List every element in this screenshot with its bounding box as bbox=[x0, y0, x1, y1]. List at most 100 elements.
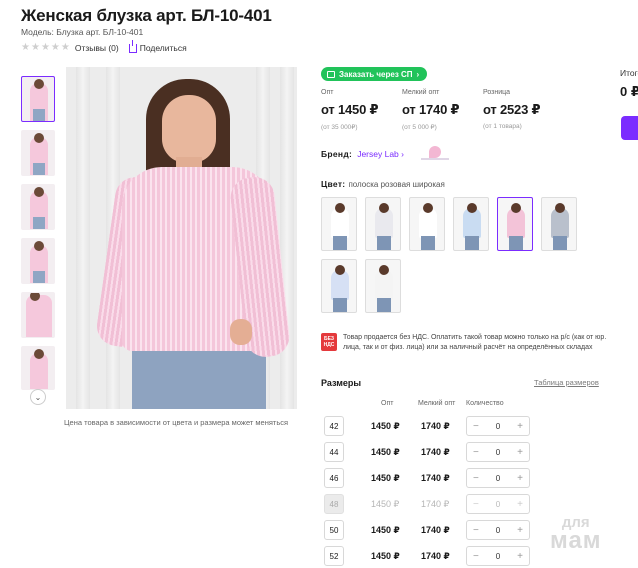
share-button[interactable]: Поделиться bbox=[128, 39, 187, 53]
price-label: Мелкий опт bbox=[402, 89, 440, 96]
plus-icon[interactable]: + bbox=[517, 551, 523, 562]
price-label: Розница bbox=[483, 89, 511, 96]
minus-icon[interactable]: − bbox=[473, 473, 479, 484]
color-value: полоска розовая широкая bbox=[348, 180, 445, 189]
brand-logo bbox=[421, 146, 450, 162]
quantity-value[interactable]: 0 bbox=[496, 552, 500, 561]
star-icon: ★ bbox=[40, 42, 50, 53]
chevron-right-icon: › bbox=[401, 149, 405, 159]
size-row: 50 1450 ₽ 1740 ₽ − 0 + bbox=[324, 520, 534, 540]
size-price-small-opt: 1740 ₽ bbox=[421, 421, 450, 431]
size-price-opt: 1450 ₽ bbox=[371, 473, 400, 483]
size-price-small-opt: 1740 ₽ bbox=[421, 525, 450, 535]
size-price-small-opt: 1740 ₽ bbox=[421, 499, 450, 509]
quantity-value[interactable]: 0 bbox=[496, 500, 500, 509]
quantity-value[interactable]: 0 bbox=[496, 526, 500, 535]
thumbnail[interactable] bbox=[21, 130, 55, 176]
size-table-link[interactable]: Таблица размеров bbox=[534, 378, 599, 387]
quantity-value[interactable]: 0 bbox=[496, 448, 500, 457]
nds-badge: БЕЗ НДС bbox=[321, 333, 337, 351]
sizes-title: Размеры bbox=[321, 378, 362, 388]
size-label: 52 bbox=[324, 546, 344, 566]
size-row: 42 1450 ₽ 1740 ₽ − 0 + bbox=[324, 416, 534, 436]
price-tier-retail: Розница от 2523 ₽ (от 1 товара) bbox=[483, 89, 564, 131]
quantity-value[interactable]: 0 bbox=[496, 422, 500, 431]
nds-text: Товар продается без НДС. Оплатить такой … bbox=[343, 334, 607, 351]
minus-icon[interactable]: − bbox=[473, 421, 479, 432]
size-row: 48 1450 ₽ 1740 ₽ − 0 + bbox=[324, 494, 534, 514]
size-label: 46 bbox=[324, 468, 344, 488]
header-small-opt: Мелкий опт bbox=[418, 400, 456, 407]
order-sp-label: Заказать через СП bbox=[339, 69, 413, 79]
color-swatch[interactable] bbox=[365, 259, 401, 313]
thumbnail[interactable] bbox=[21, 346, 55, 390]
plus-icon[interactable]: + bbox=[517, 447, 523, 458]
brand-row: Бренд: Jersey Lab › bbox=[321, 146, 450, 162]
color-label: Цвет: bbox=[321, 179, 346, 189]
price-note: Цена товара в зависимости от цвета и раз… bbox=[64, 418, 289, 427]
header-qty: Количество bbox=[466, 400, 504, 407]
thumbnail[interactable] bbox=[21, 238, 55, 284]
quantity-stepper[interactable]: − 0 + bbox=[466, 468, 530, 488]
size-row: 46 1450 ₽ 1740 ₽ − 0 + bbox=[324, 468, 534, 488]
reviews-link[interactable]: Отзывы (0) bbox=[75, 43, 119, 53]
quantity-stepper[interactable]: − 0 + bbox=[466, 494, 530, 514]
minus-icon[interactable]: − bbox=[473, 551, 479, 562]
header-opt: Опт bbox=[381, 400, 394, 407]
color-swatch[interactable] bbox=[453, 197, 489, 251]
total-value: 0 ₽ bbox=[620, 84, 638, 99]
minus-icon[interactable]: − bbox=[473, 447, 479, 458]
size-price-opt: 1450 ₽ bbox=[371, 525, 400, 535]
color-swatch[interactable] bbox=[541, 197, 577, 251]
model-label: Модель: Блузка арт. БЛ-10-401 bbox=[21, 27, 144, 37]
plus-icon[interactable]: + bbox=[517, 473, 523, 484]
price-value: от 1740 ₽ bbox=[402, 102, 460, 117]
minus-icon[interactable]: − bbox=[473, 525, 479, 536]
plus-icon[interactable]: + bbox=[517, 525, 523, 536]
size-row: 52 1450 ₽ 1740 ₽ − 0 + bbox=[324, 546, 534, 566]
price-tier-opt: Опт от 1450 ₽ (от 35 000₽) bbox=[321, 89, 402, 131]
size-price-opt: 1450 ₽ bbox=[371, 421, 400, 431]
price-tiers: Опт от 1450 ₽ (от 35 000₽) Мелкий опт от… bbox=[321, 89, 564, 131]
thumbnail[interactable] bbox=[21, 76, 55, 122]
plus-icon[interactable]: + bbox=[517, 499, 523, 510]
size-label: 42 bbox=[324, 416, 344, 436]
price-sub: (от 5 000 ₽) bbox=[402, 124, 437, 131]
rating-stars: ★ ★ ★ ★ ★ bbox=[21, 43, 70, 53]
size-row: 44 1450 ₽ 1740 ₽ − 0 + bbox=[324, 442, 534, 462]
color-row: Цвет: полоска розовая широкая bbox=[321, 179, 445, 189]
size-label: 48 bbox=[324, 494, 344, 514]
quantity-stepper[interactable]: − 0 + bbox=[466, 416, 530, 436]
size-label: 50 bbox=[324, 520, 344, 540]
total-label: Итого bbox=[620, 68, 638, 78]
nds-notice: БЕЗ НДС Товар продается без НДС. Оплатить… bbox=[321, 333, 611, 353]
size-price-small-opt: 1740 ₽ bbox=[421, 551, 450, 561]
chevron-down-icon[interactable]: ⌄ bbox=[30, 389, 46, 405]
price-sub: (от 35 000₽) bbox=[321, 124, 358, 131]
thumbnail-list bbox=[21, 76, 57, 398]
order-sp-button[interactable]: Заказать через СП › bbox=[321, 67, 428, 81]
quantity-value[interactable]: 0 bbox=[496, 474, 500, 483]
watermark-logo: для мам bbox=[550, 514, 602, 554]
minus-icon[interactable]: − bbox=[473, 499, 479, 510]
quantity-stepper[interactable]: − 0 + bbox=[466, 546, 530, 566]
brand-link[interactable]: Jersey Lab › bbox=[357, 149, 404, 159]
product-main-image[interactable] bbox=[66, 67, 297, 409]
thumbnail[interactable] bbox=[21, 184, 55, 230]
color-swatches bbox=[321, 197, 591, 313]
quantity-stepper[interactable]: − 0 + bbox=[466, 520, 530, 540]
color-swatch[interactable] bbox=[321, 197, 357, 251]
color-swatch[interactable] bbox=[497, 197, 533, 251]
size-price-opt: 1450 ₽ bbox=[371, 551, 400, 561]
add-to-cart-button[interactable] bbox=[621, 116, 638, 140]
plus-icon[interactable]: + bbox=[517, 421, 523, 432]
color-swatch[interactable] bbox=[365, 197, 401, 251]
quantity-stepper[interactable]: − 0 + bbox=[466, 442, 530, 462]
size-price-small-opt: 1740 ₽ bbox=[421, 473, 450, 483]
thumbnail[interactable] bbox=[21, 292, 55, 338]
size-price-opt: 1450 ₽ bbox=[371, 447, 400, 457]
color-swatch[interactable] bbox=[321, 259, 357, 313]
cart-icon bbox=[327, 70, 335, 78]
color-swatch[interactable] bbox=[409, 197, 445, 251]
star-icon: ★ bbox=[60, 42, 70, 53]
